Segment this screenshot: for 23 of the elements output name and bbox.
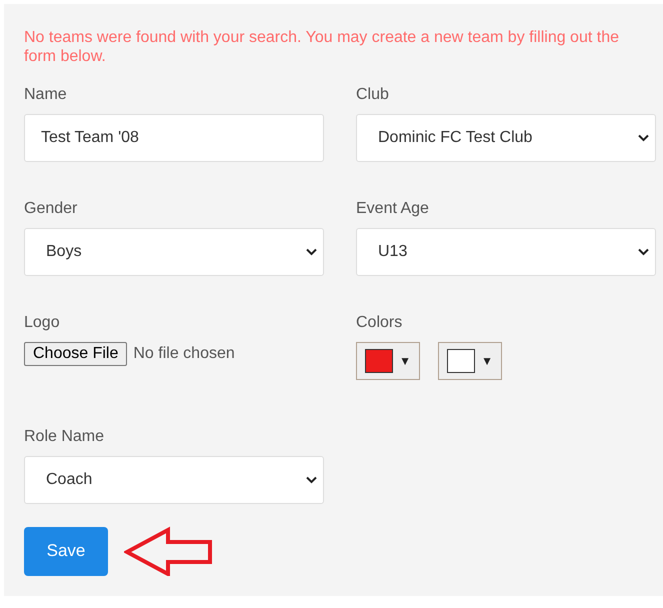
chevron-down-icon (638, 248, 649, 256)
field-label: Gender (24, 200, 78, 218)
chevron-down-icon (306, 476, 317, 484)
field-label: Event Age (356, 200, 429, 218)
save-button[interactable]: Save (24, 526, 108, 576)
color-picker[interactable]: ▼ (356, 342, 420, 380)
name-input[interactable]: Test Team '08 (24, 114, 324, 162)
color-picker[interactable]: ▼ (438, 342, 502, 380)
no-results-message: No teams were found with your search. You may create a new team by filling out the form below. (24, 28, 620, 66)
left-arrow-icon (124, 526, 214, 576)
chevron-down-icon (638, 134, 649, 142)
field-label: Club (356, 86, 389, 104)
field-label: Role Name (24, 428, 104, 446)
select-dropdown[interactable]: U13 (356, 228, 656, 276)
select-dropdown[interactable]: Coach (24, 456, 324, 504)
file-status: No file chosen (133, 345, 235, 363)
chevron-down-icon (306, 248, 317, 256)
field-label: Colors (356, 314, 402, 332)
field-label: Name (24, 86, 67, 104)
select-dropdown[interactable]: Boys (24, 228, 324, 276)
select-dropdown[interactable]: Dominic FC Test Club (356, 114, 656, 162)
choose-file-button[interactable]: Choose File (24, 342, 128, 366)
field-label: Logo (24, 314, 60, 332)
